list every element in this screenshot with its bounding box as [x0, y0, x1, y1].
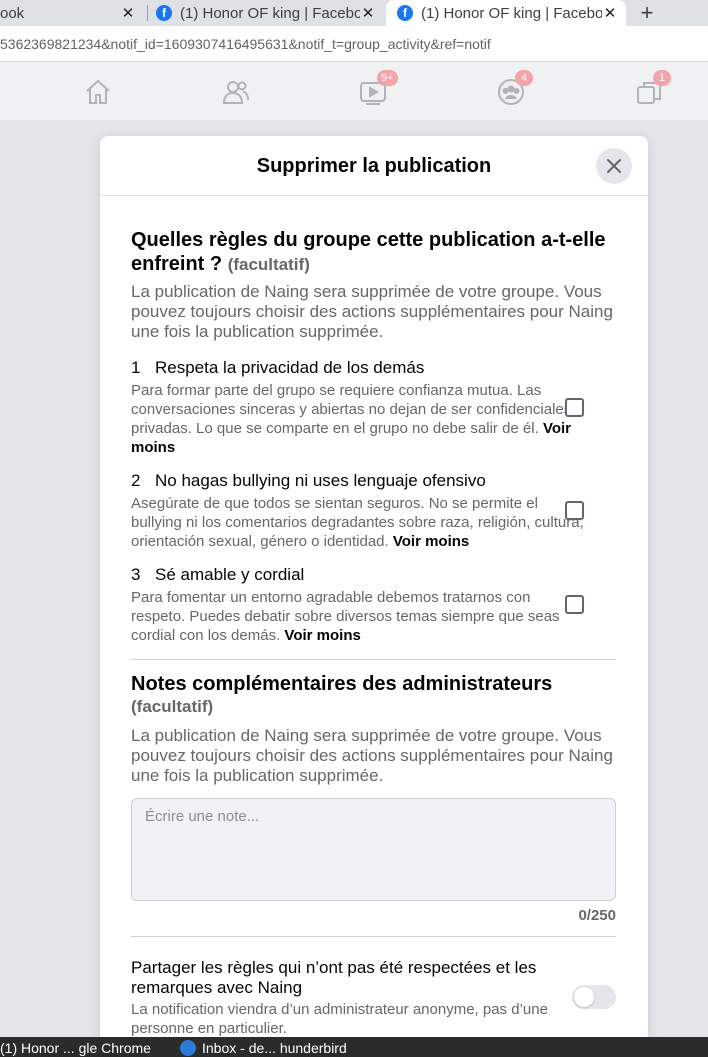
- tab-close-icon[interactable]: ✕: [360, 5, 376, 22]
- rules-heading: Quelles règles du groupe cette publicati…: [131, 228, 617, 277]
- notes-heading: Notes complémentaires des administrateur…: [131, 672, 571, 718]
- dialog-title: Supprimer la publication: [256, 155, 492, 177]
- taskbar-item-thunderbird[interactable]: Inbox - de... hunderbird: [180, 1040, 347, 1056]
- tab-title: (1) Honor OF king | Facebook: [421, 4, 602, 22]
- tab-strip-spacer: [660, 0, 708, 26]
- tab-close-icon[interactable]: ✕: [120, 5, 136, 22]
- url-text[interactable]: 5362369821234&notif_id=1609307416495631&…: [0, 36, 491, 52]
- tab-separator: [147, 5, 148, 21]
- address-bar[interactable]: 5362369821234&notif_id=1609307416495631&…: [0, 26, 708, 62]
- see-less-link[interactable]: Voir moins: [284, 627, 360, 644]
- share-rules-title: Partager les règles qui n’ont pas été re…: [131, 958, 537, 997]
- rule-title: 3 Sé amable y cordial: [131, 565, 616, 585]
- home-icon[interactable]: [84, 78, 112, 106]
- notes-heading-text: Notes complémentaires des administrateur…: [131, 673, 553, 695]
- facebook-favicon-icon: f: [397, 5, 413, 21]
- close-icon: [607, 159, 621, 173]
- close-button[interactable]: [596, 148, 632, 184]
- browser-tab-1[interactable]: ook ✕: [0, 0, 146, 26]
- watch-icon[interactable]: 9+: [359, 70, 398, 106]
- rule-3-checkbox[interactable]: [565, 595, 584, 614]
- browser-tab-3-active[interactable]: f (1) Honor OF king | Facebook ✕: [386, 0, 626, 26]
- optional-label: (facultatif): [131, 697, 214, 716]
- rule-description-text: Para formar parte del grupo se requiere …: [131, 382, 583, 437]
- facebook-top-nav: 9+ 4 1: [0, 62, 708, 120]
- section-divider: [131, 659, 616, 660]
- rule-description-text: Asegúrate de que todos se sientan seguro…: [131, 495, 584, 550]
- rule-title-text: No hagas bullying ni uses lenguaje ofens…: [155, 471, 486, 490]
- notification-badge: 1: [653, 70, 671, 86]
- rule-item: 1 Respeta la privacidad de los demás Para…: [131, 358, 616, 457]
- section-divider: [131, 936, 616, 937]
- rule-description: Para fomentar un entorno agradable debem…: [131, 588, 586, 645]
- notes-helper-text: La publication de Naing sera supprimée d…: [131, 726, 613, 785]
- thunderbird-icon: [180, 1040, 196, 1056]
- rules-heading-text: Quelles règles du groupe cette publicati…: [131, 229, 606, 275]
- toggle-knob: [574, 987, 594, 1007]
- optional-label: (facultatif): [227, 255, 310, 274]
- rule-1-checkbox[interactable]: [565, 398, 584, 417]
- character-counter: 0/250: [578, 907, 616, 924]
- dialog-header: Supprimer la publication: [100, 136, 648, 196]
- see-less-link[interactable]: Voir moins: [393, 533, 469, 550]
- rule-description: Asegúrate de que todos se sientan seguro…: [131, 494, 586, 551]
- taskbar-item-label: Inbox - de... hunderbird: [202, 1040, 347, 1056]
- rule-description: Para formar parte del grupo se requiere …: [131, 381, 586, 457]
- facebook-favicon-icon: f: [156, 5, 172, 21]
- gaming-icon[interactable]: 1: [635, 70, 671, 106]
- rules-helper-text: La publication de Naing sera supprimée d…: [131, 282, 613, 341]
- rule-title-text: Respeta la privacidad de los demás: [155, 358, 425, 377]
- groups-icon[interactable]: 4: [497, 70, 533, 106]
- share-rules-description: La notification viendra d’un administrat…: [131, 1001, 548, 1037]
- notification-badge: 9+: [377, 70, 398, 86]
- rule-title: 2 No hagas bullying ni uses lenguaje ofen…: [131, 471, 616, 491]
- tab-close-icon[interactable]: ✕: [602, 5, 618, 22]
- rule-item: 3 Sé amable y cordial Para fomentar un en…: [131, 565, 616, 645]
- browser-tab-2[interactable]: f (1) Honor OF king | Facebook ✕: [156, 0, 384, 26]
- remove-post-dialog: Supprimer la publication Quelles règles …: [100, 136, 648, 1046]
- taskbar-item-chrome[interactable]: (1) Honor ... gle Chrome: [0, 1040, 151, 1056]
- rule-item: 2 No hagas bullying ni uses lenguaje ofen…: [131, 471, 616, 551]
- rule-number: 2: [131, 471, 141, 490]
- taskbar-item-label: (1) Honor ... gle Chrome: [0, 1040, 151, 1056]
- rule-title: 1 Respeta la privacidad de los demás: [131, 358, 616, 378]
- admin-note-input[interactable]: [131, 798, 616, 901]
- tab-title: (1) Honor OF king | Facebook: [180, 4, 360, 22]
- new-tab-button[interactable]: +: [634, 0, 660, 26]
- os-taskbar: (1) Honor ... gle Chrome Inbox - de... h…: [0, 1037, 708, 1057]
- browser-tab-strip: ook ✕ f (1) Honor OF king | Facebook ✕ f…: [0, 0, 708, 26]
- rule-title-text: Sé amable y cordial: [155, 565, 305, 584]
- tab-title: ook: [0, 4, 25, 22]
- share-rules-toggle[interactable]: [572, 985, 616, 1009]
- rule-number: 1: [131, 358, 141, 377]
- notification-badge: 4: [515, 70, 533, 86]
- rule-number: 3: [131, 565, 141, 584]
- friends-icon[interactable]: [222, 78, 250, 106]
- rule-2-checkbox[interactable]: [565, 501, 584, 520]
